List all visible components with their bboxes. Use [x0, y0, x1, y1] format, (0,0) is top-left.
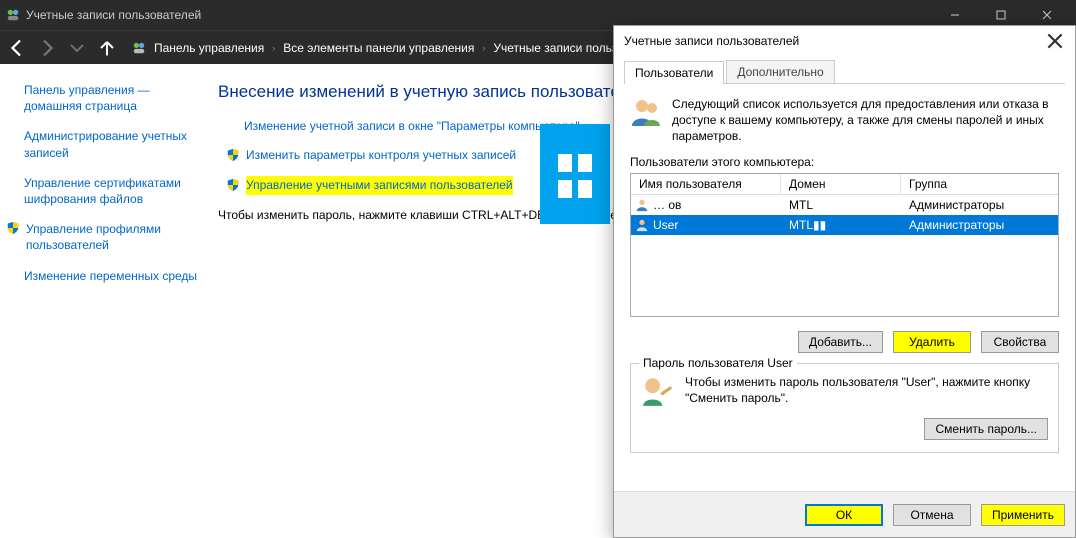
ok-button[interactable]: ОК	[805, 504, 883, 526]
password-legend: Пароль пользователя User	[639, 356, 797, 370]
nav-dropdown-icon[interactable]	[68, 39, 86, 57]
window-title: Учетные записи пользователей	[26, 8, 932, 22]
user-row[interactable]: … ов MTL Администраторы	[631, 195, 1058, 215]
user-icon	[635, 198, 649, 212]
change-password-button[interactable]: Сменить пароль...	[924, 418, 1048, 440]
col-domain[interactable]: Домен	[781, 174, 901, 194]
dialog-close-button[interactable]	[1045, 31, 1065, 51]
apply-button[interactable]: Применить	[981, 504, 1065, 526]
breadcrumb-root-icon	[132, 41, 146, 55]
chevron-right-icon: ›	[482, 43, 485, 53]
tab-users[interactable]: Пользователи	[624, 61, 724, 84]
nav-up-button[interactable]	[98, 39, 116, 57]
nav-forward-button[interactable]	[38, 39, 56, 57]
cancel-button[interactable]: Отмена	[893, 504, 971, 526]
app-icon	[6, 8, 20, 22]
breadcrumb-root[interactable]: Панель управления	[154, 41, 264, 55]
shield-icon	[226, 148, 240, 162]
sidebar-certs-link[interactable]: Управление сертификатами шифрования файл…	[24, 175, 198, 207]
user-icon	[635, 218, 649, 232]
sidebar-env-vars-link[interactable]: Изменение переменных среды	[24, 268, 198, 284]
user-list-header: Имя пользователя Домен Группа	[631, 174, 1058, 195]
shield-icon	[6, 221, 20, 235]
breadcrumb-level1[interactable]: Все элементы панели управления	[283, 41, 474, 55]
users-icon	[630, 96, 662, 128]
breadcrumb: Панель управления › Все элементы панели …	[132, 41, 617, 55]
col-username[interactable]: Имя пользователя	[631, 174, 781, 194]
user-tile-image	[540, 124, 610, 224]
key-icon	[641, 374, 675, 408]
dialog-description: Следующий список используется для предос…	[672, 96, 1059, 145]
col-group[interactable]: Группа	[901, 174, 1058, 194]
password-text: Чтобы изменить пароль пользователя "User…	[685, 374, 1048, 408]
dialog-title: Учетные записи пользователей	[624, 34, 799, 48]
users-of-computer-label: Пользователи этого компьютера:	[624, 155, 1065, 173]
tabstrip: Пользователи Дополнительно	[624, 60, 1065, 84]
sidebar-profiles-link[interactable]: Управление профилями пользователей	[6, 221, 198, 253]
add-button[interactable]: Добавить...	[798, 331, 883, 353]
user-accounts-dialog: Учетные записи пользователей Пользовател…	[613, 25, 1076, 538]
sidebar-item-label: Управление профилями пользователей	[26, 221, 198, 253]
sidebar-home-link[interactable]: Панель управления — домашняя страница	[24, 82, 198, 114]
chevron-right-icon: ›	[272, 43, 275, 53]
nav-back-button[interactable]	[8, 39, 26, 57]
breadcrumb-level2[interactable]: Учетные записи польз	[493, 41, 617, 55]
shield-icon	[226, 178, 240, 192]
dialog-titlebar: Учетные записи пользователей	[614, 26, 1075, 56]
remove-button[interactable]: Удалить	[893, 331, 971, 353]
dialog-footer: ОК Отмена Применить	[614, 491, 1075, 537]
sidebar: Панель управления — домашняя страница Ад…	[0, 64, 210, 538]
password-fieldset: Пароль пользователя User Чтобы изменить …	[630, 363, 1059, 453]
tab-advanced[interactable]: Дополнительно	[726, 60, 834, 83]
user-list[interactable]: Имя пользователя Домен Группа … ов MTL А…	[630, 173, 1059, 317]
sidebar-admin-creds-link[interactable]: Администрирование учетных записей	[24, 128, 198, 160]
user-row-selected[interactable]: User MTL▮▮ Администраторы	[631, 215, 1058, 235]
properties-button[interactable]: Свойства	[981, 331, 1059, 353]
